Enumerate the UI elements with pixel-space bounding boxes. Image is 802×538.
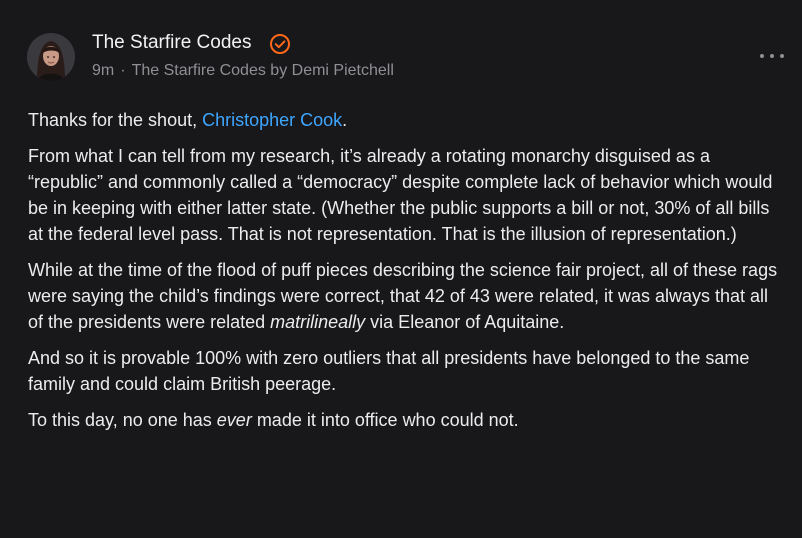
avatar-photo bbox=[27, 33, 75, 81]
more-dot bbox=[760, 54, 764, 58]
post-paragraph: And so it is provable 100% with zero out… bbox=[28, 348, 750, 394]
paragraph-text: To this day, no one has bbox=[28, 410, 217, 430]
post-meta: 9m · The Starfire Codes by Demi Pietchell bbox=[92, 61, 394, 81]
meta-separator: · bbox=[120, 62, 126, 79]
paragraph-text: via Eleanor of Aquitaine. bbox=[365, 312, 565, 332]
post-paragraph: While at the time of the flood of puff p… bbox=[28, 257, 788, 335]
mention-link[interactable]: Christopher Cook bbox=[202, 110, 342, 130]
post-timestamp: 9m bbox=[92, 62, 115, 79]
author-name[interactable]: The Starfire Codes bbox=[92, 31, 251, 55]
avatar[interactable] bbox=[27, 33, 75, 81]
publication-link[interactable]: The Starfire Codes by Demi Pietchell bbox=[132, 62, 394, 79]
post-paragraph: Thanks for the shout, Christopher Cook. bbox=[28, 107, 788, 133]
paragraph-text: made it into office who could not. bbox=[251, 410, 519, 430]
emphasis-text: matrilineally bbox=[270, 312, 366, 332]
more-dot bbox=[770, 54, 774, 58]
paragraph-text: . bbox=[342, 110, 348, 130]
paragraph-text: Thanks for the shout, bbox=[28, 110, 203, 130]
emphasis-text: ever bbox=[216, 410, 252, 430]
post-paragraph: From what I can tell from my research, i… bbox=[28, 146, 773, 244]
more-options-icon[interactable] bbox=[760, 46, 784, 66]
post-paragraph: To this day, no one has ever made it int… bbox=[28, 407, 788, 433]
verified-badge-icon bbox=[270, 34, 290, 54]
more-dot bbox=[780, 54, 784, 58]
post-body: Thanks for the shout, Christopher Cook. … bbox=[28, 107, 788, 443]
